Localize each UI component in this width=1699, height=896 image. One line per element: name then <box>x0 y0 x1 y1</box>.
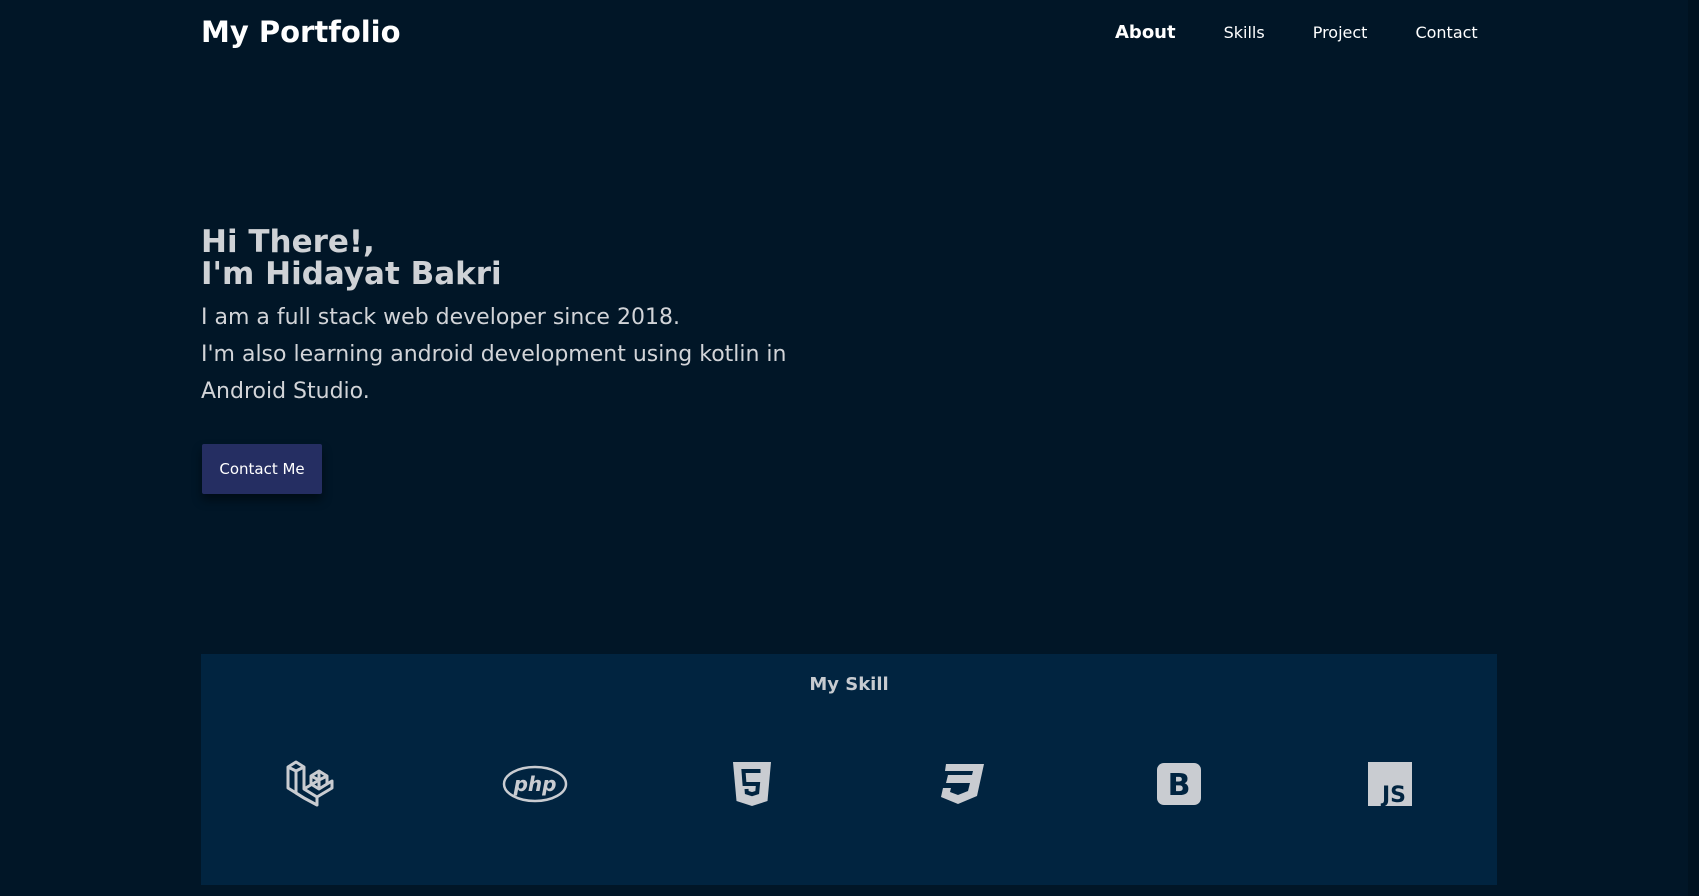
hero-greeting: Hi There!, <box>201 224 375 260</box>
nav-about[interactable]: About <box>1115 22 1176 43</box>
hero-heading: Hi There!, I'm Hidayat Bakri <box>201 226 861 290</box>
php-logo-text: php <box>513 772 557 796</box>
brand-logo[interactable]: My Portfolio <box>201 15 401 49</box>
contact-me-button[interactable]: Contact Me <box>202 444 322 494</box>
bootstrap-icon: B <box>1143 754 1215 814</box>
scrollbar[interactable] <box>1688 0 1699 896</box>
page: My Portfolio About Skills Project Contac… <box>0 0 1699 896</box>
js-logo-text: JS <box>1380 783 1406 806</box>
navbar: My Portfolio About Skills Project Contac… <box>0 0 1688 70</box>
nav-skills[interactable]: Skills <box>1224 23 1265 42</box>
nav-project[interactable]: Project <box>1313 23 1368 42</box>
hero-description: I am a full stack web developer since 20… <box>201 299 841 410</box>
javascript-icon: JS <box>1354 754 1426 814</box>
nav-links: About Skills Project Contact <box>1115 22 1478 43</box>
php-icon: php <box>499 754 571 814</box>
hero-desc-line-2: I'm also learning android development us… <box>201 342 787 404</box>
skills-section: My Skill php B JS <box>201 654 1497 885</box>
laravel-icon <box>275 754 347 814</box>
html5-icon <box>716 754 788 814</box>
hero-section: Hi There!, I'm Hidayat Bakri I am a full… <box>201 226 861 410</box>
css3-icon <box>926 754 998 814</box>
skills-title: My Skill <box>809 674 889 695</box>
hero-desc-line-1: I am a full stack web developer since 20… <box>201 305 680 330</box>
nav-contact[interactable]: Contact <box>1415 23 1477 42</box>
bootstrap-logo-letter: B <box>1168 768 1191 803</box>
hero-name: I'm Hidayat Bakri <box>201 256 502 292</box>
